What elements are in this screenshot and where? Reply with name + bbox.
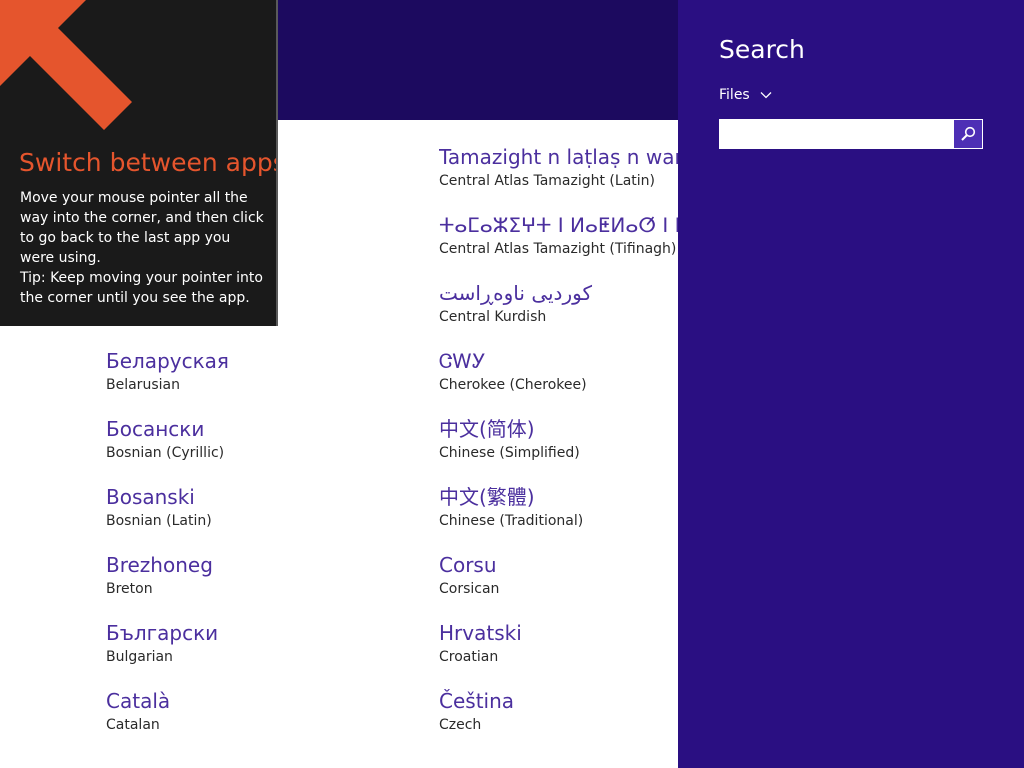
tip-title: Switch between apps xyxy=(19,148,278,177)
search-box xyxy=(719,119,983,149)
tip-body: Move your mouse pointer all the way into… xyxy=(20,188,264,308)
language-english-name: Bulgarian xyxy=(106,649,173,665)
language-native-name: Bosanski xyxy=(106,485,195,509)
language-item[interactable]: Català Catalan xyxy=(106,689,406,749)
switch-apps-tip: Switch between apps Move your mouse poin… xyxy=(0,0,278,326)
tip-text-hint: Tip: Keep moving your pointer into the c… xyxy=(20,270,263,306)
language-item[interactable]: Bosanski Bosnian (Latin) xyxy=(106,485,406,545)
corner-arrow-icon xyxy=(0,0,132,130)
chevron-down-icon xyxy=(760,92,772,99)
search-charm-title: Search xyxy=(719,35,805,64)
language-native-name: Català xyxy=(106,689,171,713)
language-english-name: Belarusian xyxy=(106,377,180,393)
language-item[interactable]: Босански Bosnian (Cyrillic) xyxy=(106,417,406,477)
language-native-name: Беларуская xyxy=(106,349,229,373)
language-english-name: Breton xyxy=(106,581,153,597)
language-item[interactable]: Български Bulgarian xyxy=(106,621,406,681)
search-icon xyxy=(961,126,976,141)
search-input[interactable] xyxy=(720,120,954,148)
tip-text-instructions: Move your mouse pointer all the way into… xyxy=(20,190,264,266)
search-button[interactable] xyxy=(954,120,982,148)
search-scope-label: Files xyxy=(719,87,750,103)
language-item[interactable]: Brezhoneg Breton xyxy=(106,553,406,613)
language-app-screen: Беларуская Belarusian Босански Bosnian (Cyr… xyxy=(0,0,1024,768)
search-scope-dropdown[interactable]: Files xyxy=(719,84,772,106)
language-english-name: Bosnian (Latin) xyxy=(106,513,212,529)
language-english-name: Catalan xyxy=(106,717,160,733)
search-charm: Search Files xyxy=(678,0,1024,768)
language-native-name: Босански xyxy=(106,417,205,441)
language-native-name: Български xyxy=(106,621,219,645)
language-native-name: Brezhoneg xyxy=(106,553,213,577)
language-item[interactable]: Беларуская Belarusian xyxy=(106,349,406,409)
language-english-name: Bosnian (Cyrillic) xyxy=(106,445,225,461)
